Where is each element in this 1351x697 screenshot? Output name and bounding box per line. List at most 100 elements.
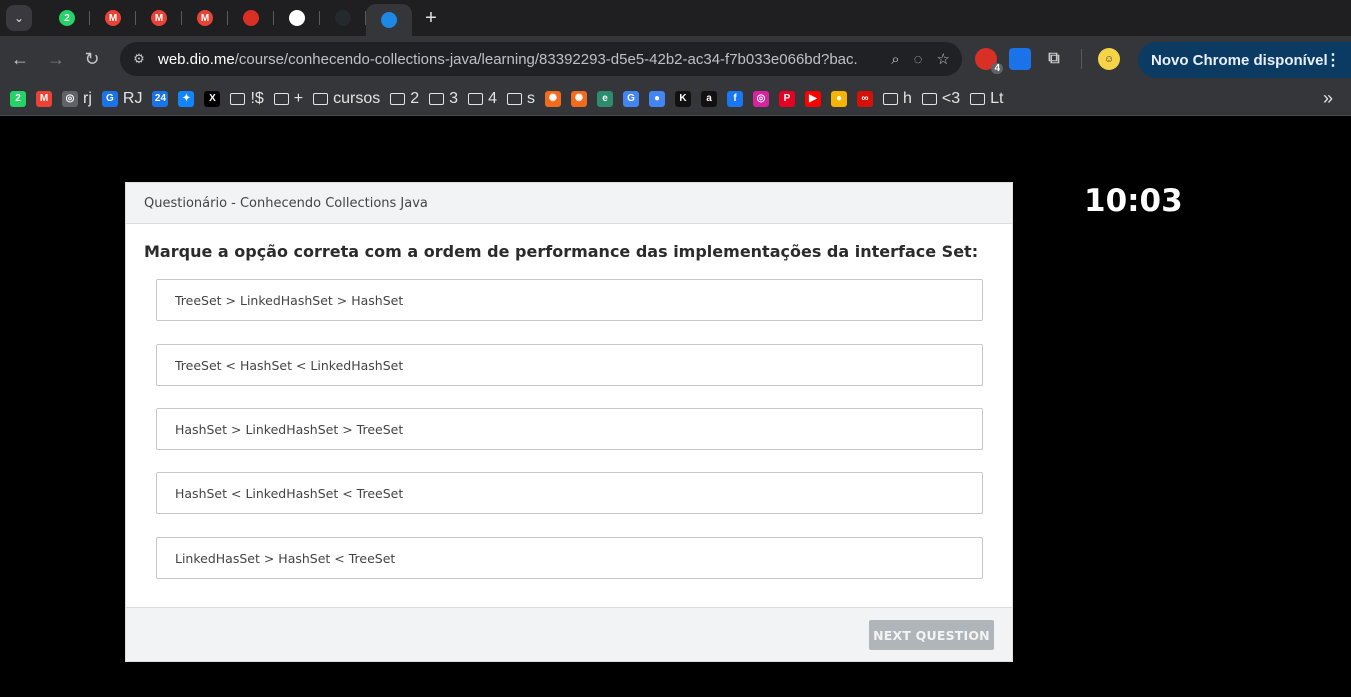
bookmark-item[interactable]: f bbox=[726, 90, 743, 107]
more-vert-icon[interactable]: ⋮ bbox=[1325, 50, 1341, 70]
bookmark-item[interactable]: ▶ bbox=[804, 90, 821, 107]
site-info-icon[interactable]: ⚙ bbox=[128, 51, 150, 67]
new-tab-button[interactable]: + bbox=[416, 3, 446, 33]
bookmarks-bar: 2 M ◎ rj G RJ 24 ✦ X !$ + cursos 2 3 4 s ✺ ✺ e G ● Ka f ◎ P ▶ ● ∞ h <… bbox=[0, 82, 1351, 116]
bookmark-item[interactable]: ∞ bbox=[856, 90, 873, 107]
bookmark-folder[interactable]: <3 bbox=[921, 89, 961, 108]
folder-icon bbox=[390, 92, 406, 105]
next-question-button[interactable]: NEXT QUESTION bbox=[869, 620, 994, 650]
browser-tab[interactable]: M bbox=[90, 0, 136, 36]
answer-option[interactable]: LinkedHasSet > HashSet < TreeSet bbox=[156, 537, 983, 579]
whatsapp-icon: 2 bbox=[10, 90, 26, 107]
quiz-header: Questionário - Conhecendo Collections Ja… bbox=[126, 183, 1012, 224]
tab-search-button[interactable]: ⌄ bbox=[6, 5, 32, 31]
toolbar-divider bbox=[1081, 49, 1082, 69]
bookmark-label: + bbox=[293, 89, 304, 107]
profile-avatar-icon[interactable]: ☺ bbox=[1098, 48, 1120, 70]
bookmark-label: 2 bbox=[410, 89, 420, 107]
g-icon: G bbox=[101, 90, 118, 107]
bookmark-folder[interactable]: !$ bbox=[230, 89, 264, 108]
arrow-left-icon: ← bbox=[11, 48, 29, 69]
bookmark-folder[interactable]: 2 bbox=[390, 90, 419, 108]
folder-icon bbox=[468, 92, 484, 105]
browser-tab[interactable]: M bbox=[136, 0, 182, 36]
forward-button[interactable]: → bbox=[40, 43, 72, 75]
bookmark-label: !$ bbox=[250, 89, 264, 107]
puzzle-icon[interactable]: ⧉ bbox=[1043, 48, 1065, 70]
browser-tab[interactable]: M bbox=[182, 0, 228, 36]
x-icon: X bbox=[204, 90, 221, 107]
folder-icon bbox=[882, 92, 898, 105]
bookmark-item[interactable]: ✺ bbox=[570, 90, 587, 107]
answer-option[interactable]: HashSet > LinkedHashSet > TreeSet bbox=[156, 408, 983, 450]
sun-icon: ✺ bbox=[544, 90, 561, 107]
bookmark-folder[interactable]: cursos bbox=[313, 90, 380, 108]
bookmark-item[interactable]: ◎ bbox=[752, 90, 769, 107]
bookmark-folder[interactable]: + bbox=[273, 89, 304, 108]
extension-icon[interactable]: 4 bbox=[975, 48, 1003, 74]
folder-icon bbox=[506, 92, 522, 105]
star-icon[interactable]: ☆ bbox=[937, 50, 950, 68]
bookmark-item[interactable]: M bbox=[36, 90, 52, 107]
bookmark-folder[interactable]: s bbox=[506, 89, 535, 108]
zoom-icon[interactable]: ⌕ bbox=[891, 51, 899, 68]
bookmark-item[interactable]: G RJ bbox=[101, 90, 142, 108]
bookmark-item[interactable]: 24 bbox=[152, 90, 169, 107]
bookmark-item[interactable]: G bbox=[622, 90, 639, 107]
bookmark-item[interactable]: K bbox=[674, 90, 691, 107]
browser-tab[interactable] bbox=[228, 0, 274, 36]
bookmark-item[interactable]: e bbox=[596, 90, 613, 107]
bluesky-icon: ✦ bbox=[178, 90, 195, 107]
answer-option[interactable]: HashSet < LinkedHashSet < TreeSet bbox=[156, 472, 983, 514]
chevron-down-icon: ⌄ bbox=[13, 11, 25, 25]
gmail-icon: M bbox=[197, 10, 213, 26]
bookmark-folder[interactable]: h bbox=[882, 89, 912, 108]
browser-tab[interactable] bbox=[274, 0, 320, 36]
extension-icon[interactable] bbox=[1009, 48, 1031, 70]
folder-icon bbox=[230, 92, 246, 105]
browser-tab[interactable] bbox=[366, 4, 412, 36]
bookmark-item[interactable]: ● bbox=[648, 90, 665, 107]
bookmark-folder[interactable]: 3 bbox=[429, 90, 458, 108]
browser-tab[interactable]: 2 bbox=[44, 0, 90, 36]
youtube-icon: ▶ bbox=[804, 90, 821, 107]
gmail-icon: M bbox=[105, 10, 121, 26]
bookmark-item[interactable]: ✦ bbox=[178, 90, 195, 107]
bookmark-folder[interactable]: 4 bbox=[468, 90, 497, 108]
bookmark-item[interactable]: ● bbox=[830, 90, 847, 107]
bookmark-item[interactable]: a bbox=[700, 90, 717, 107]
bookmark-item[interactable]: X bbox=[204, 90, 221, 107]
extension-badge: 4 bbox=[991, 63, 1003, 74]
calendar-icon: 24 bbox=[152, 90, 169, 107]
tab-strip: ⌄ 2 M M M + bbox=[0, 0, 1351, 36]
bookmark-item[interactable]: 2 bbox=[10, 90, 26, 107]
browser-tab[interactable] bbox=[320, 0, 366, 36]
bookmark-folder[interactable]: Lt bbox=[970, 90, 1003, 108]
chrome-update-button[interactable]: Novo Chrome disponível ⋮ bbox=[1138, 42, 1351, 78]
bookmark-label: h bbox=[902, 89, 912, 107]
chatgpt-icon bbox=[289, 10, 305, 26]
bookmark-item[interactable]: P bbox=[778, 90, 795, 107]
github-icon bbox=[335, 10, 351, 26]
more-bookmarks-button[interactable]: » bbox=[1323, 88, 1333, 109]
bookmark-item[interactable]: ✺ bbox=[544, 90, 561, 107]
edge-icon: e bbox=[596, 90, 613, 107]
amazon-icon: a bbox=[700, 90, 717, 107]
answer-option[interactable]: TreeSet < HashSet < LinkedHashSet bbox=[156, 344, 983, 386]
bookmark-item[interactable]: ◎ rj bbox=[62, 90, 92, 108]
reload-icon: ↻ bbox=[84, 48, 100, 69]
bookmark-label: s bbox=[526, 89, 535, 107]
bookmark-label: <3 bbox=[941, 89, 961, 107]
gmail-icon: M bbox=[36, 90, 52, 107]
folder-icon bbox=[429, 92, 445, 105]
reload-button[interactable]: ↻ bbox=[76, 43, 108, 75]
timer: 10:03 bbox=[1084, 183, 1183, 219]
quiz-card: Questionário - Conhecendo Collections Ja… bbox=[125, 182, 1013, 662]
answer-option[interactable]: TreeSet > LinkedHashSet > HashSet bbox=[156, 279, 983, 321]
globe-icon: ◎ bbox=[62, 90, 78, 107]
address-bar[interactable]: ⚙ web.dio.me/course/conhecendo-collectio… bbox=[120, 42, 962, 76]
eye-off-icon[interactable]: ◌ bbox=[914, 51, 923, 68]
url-text[interactable]: web.dio.me/course/conhecendo-collections… bbox=[158, 51, 858, 68]
question-text: Marque a opção correta com a ordem de pe… bbox=[144, 242, 979, 261]
back-button[interactable]: ← bbox=[4, 43, 36, 75]
